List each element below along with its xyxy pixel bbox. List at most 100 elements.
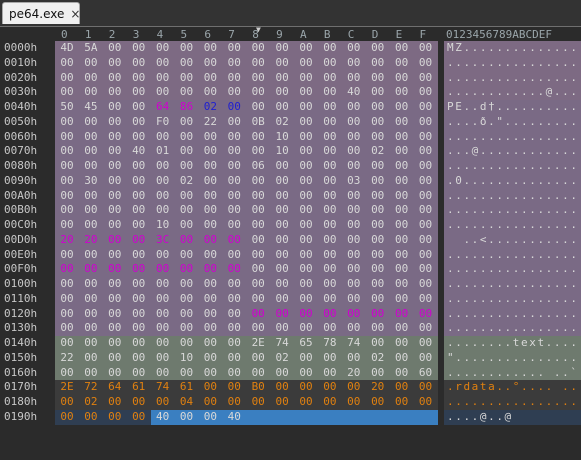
hex-byte[interactable]: 00 bbox=[198, 159, 222, 174]
hex-byte[interactable]: 00 bbox=[55, 56, 79, 71]
hex-byte[interactable]: 00 bbox=[342, 56, 366, 71]
hex-byte[interactable]: 40 bbox=[127, 144, 151, 159]
hex-byte[interactable]: 00 bbox=[103, 321, 127, 336]
hex-byte[interactable]: 00 bbox=[103, 189, 127, 204]
hex-byte[interactable]: 00 bbox=[318, 41, 342, 56]
hex-byte[interactable]: 00 bbox=[79, 292, 103, 307]
hex-byte[interactable]: 00 bbox=[390, 336, 414, 351]
hex-byte[interactable]: 00 bbox=[198, 262, 222, 277]
hex-byte[interactable]: 00 bbox=[198, 307, 222, 322]
hex-byte[interactable]: 00 bbox=[414, 41, 438, 56]
hex-byte[interactable]: 00 bbox=[366, 56, 390, 71]
hex-byte[interactable]: 00 bbox=[366, 395, 390, 410]
hex-byte[interactable]: 00 bbox=[390, 321, 414, 336]
hex-byte[interactable]: 00 bbox=[342, 395, 366, 410]
hex-byte[interactable]: 00 bbox=[318, 366, 342, 381]
ascii-row[interactable]: ................ bbox=[444, 203, 581, 218]
hex-byte[interactable]: 10 bbox=[270, 130, 294, 145]
hex-byte[interactable]: 00 bbox=[151, 56, 175, 71]
hex-byte[interactable]: 00 bbox=[318, 174, 342, 189]
hex-byte[interactable]: 00 bbox=[222, 115, 246, 130]
hex-byte[interactable]: 00 bbox=[222, 144, 246, 159]
hex-byte[interactable]: 00 bbox=[55, 174, 79, 189]
hex-byte[interactable]: 00 bbox=[103, 292, 127, 307]
hex-byte[interactable]: 00 bbox=[222, 277, 246, 292]
hex-byte[interactable]: 00 bbox=[414, 351, 438, 366]
hex-byte[interactable]: 00 bbox=[175, 366, 199, 381]
hex-byte[interactable]: 00 bbox=[342, 307, 366, 322]
ascii-row[interactable]: .rdata..°.... .. bbox=[444, 380, 581, 395]
hex-byte[interactable]: 00 bbox=[342, 292, 366, 307]
hex-byte[interactable]: 00 bbox=[79, 277, 103, 292]
hex-byte[interactable]: 00 bbox=[175, 218, 199, 233]
hex-byte[interactable]: 00 bbox=[103, 218, 127, 233]
hex-byte[interactable]: 00 bbox=[318, 85, 342, 100]
hex-byte[interactable]: 00 bbox=[342, 218, 366, 233]
hex-byte[interactable]: 00 bbox=[342, 248, 366, 263]
hex-byte[interactable]: 00 bbox=[246, 189, 270, 204]
ascii-row[interactable]: ...@............ bbox=[444, 144, 581, 159]
hex-byte[interactable]: 00 bbox=[270, 100, 294, 115]
hex-byte[interactable]: 74 bbox=[151, 380, 175, 395]
hex-byte[interactable]: 00 bbox=[294, 41, 318, 56]
hex-byte[interactable]: 00 bbox=[390, 248, 414, 263]
hex-byte[interactable]: 00 bbox=[414, 336, 438, 351]
hex-byte[interactable]: 00 bbox=[270, 292, 294, 307]
hex-byte[interactable]: 00 bbox=[127, 159, 151, 174]
hex-byte[interactable]: 00 bbox=[366, 218, 390, 233]
hex-byte[interactable]: 00 bbox=[55, 189, 79, 204]
hex-byte[interactable]: 00 bbox=[318, 144, 342, 159]
ascii-row[interactable]: ................ bbox=[444, 321, 581, 336]
hex-byte[interactable]: 00 bbox=[175, 262, 199, 277]
hex-byte[interactable] bbox=[294, 409, 318, 425]
hex-byte[interactable]: 00 bbox=[366, 71, 390, 86]
hex-byte[interactable]: 00 bbox=[390, 366, 414, 381]
hex-byte[interactable]: 00 bbox=[342, 189, 366, 204]
hex-byte[interactable]: 00 bbox=[414, 277, 438, 292]
hex-byte[interactable]: 00 bbox=[151, 307, 175, 322]
hex-byte[interactable]: 65 bbox=[294, 336, 318, 351]
hex-byte[interactable]: 00 bbox=[294, 71, 318, 86]
hex-byte[interactable]: 00 bbox=[175, 292, 199, 307]
hex-byte[interactable]: 00 bbox=[390, 115, 414, 130]
hex-byte[interactable]: B0 bbox=[246, 380, 270, 395]
hex-byte[interactable]: 00 bbox=[342, 380, 366, 395]
hex-byte[interactable]: 00 bbox=[198, 351, 222, 366]
hex-byte[interactable]: 00 bbox=[79, 203, 103, 218]
hex-byte[interactable]: 00 bbox=[390, 159, 414, 174]
hex-byte[interactable]: 00 bbox=[366, 100, 390, 115]
hex-byte[interactable]: 00 bbox=[270, 248, 294, 263]
hex-byte[interactable]: 00 bbox=[366, 189, 390, 204]
hex-byte[interactable]: 00 bbox=[390, 56, 414, 71]
hex-byte[interactable]: 00 bbox=[318, 307, 342, 322]
ascii-row[interactable]: ................ bbox=[444, 55, 581, 71]
hex-byte[interactable]: 00 bbox=[103, 56, 127, 71]
hex-byte[interactable]: 00 bbox=[318, 248, 342, 263]
hex-byte[interactable]: 00 bbox=[246, 71, 270, 86]
hex-byte[interactable]: 00 bbox=[414, 218, 438, 233]
hex-byte[interactable]: 00 bbox=[414, 144, 438, 159]
hex-byte[interactable]: 00 bbox=[342, 159, 366, 174]
hex-byte[interactable]: 00 bbox=[318, 159, 342, 174]
hex-byte[interactable]: 00 bbox=[79, 366, 103, 381]
hex-byte[interactable]: 00 bbox=[246, 321, 270, 336]
hex-byte[interactable]: 00 bbox=[270, 366, 294, 381]
hex-byte[interactable]: 00 bbox=[222, 100, 246, 115]
hex-byte[interactable]: 02 bbox=[366, 351, 390, 366]
hex-byte[interactable]: 00 bbox=[79, 248, 103, 263]
hex-byte[interactable]: 00 bbox=[103, 144, 127, 159]
hex-byte[interactable]: 00 bbox=[294, 248, 318, 263]
hex-byte[interactable]: 00 bbox=[414, 395, 438, 410]
ascii-row[interactable]: .0.............. bbox=[444, 173, 581, 189]
hex-byte[interactable]: 00 bbox=[198, 144, 222, 159]
hex-byte[interactable]: 30 bbox=[79, 174, 103, 189]
hex-byte[interactable]: 00 bbox=[103, 159, 127, 174]
hex-byte[interactable]: 00 bbox=[103, 351, 127, 366]
ascii-row[interactable]: ................ bbox=[444, 247, 581, 263]
hex-byte[interactable]: 00 bbox=[366, 321, 390, 336]
hex-byte[interactable]: 00 bbox=[414, 292, 438, 307]
hex-byte[interactable]: 00 bbox=[198, 56, 222, 71]
hex-pane[interactable]: 4D 5A 00 00 00 00 00 00 00 00 00 00 00 00 00 00 00 00 00 00… bbox=[55, 41, 438, 425]
ascii-row[interactable]: ................ bbox=[444, 70, 581, 86]
hex-byte[interactable]: 00 bbox=[79, 115, 103, 130]
